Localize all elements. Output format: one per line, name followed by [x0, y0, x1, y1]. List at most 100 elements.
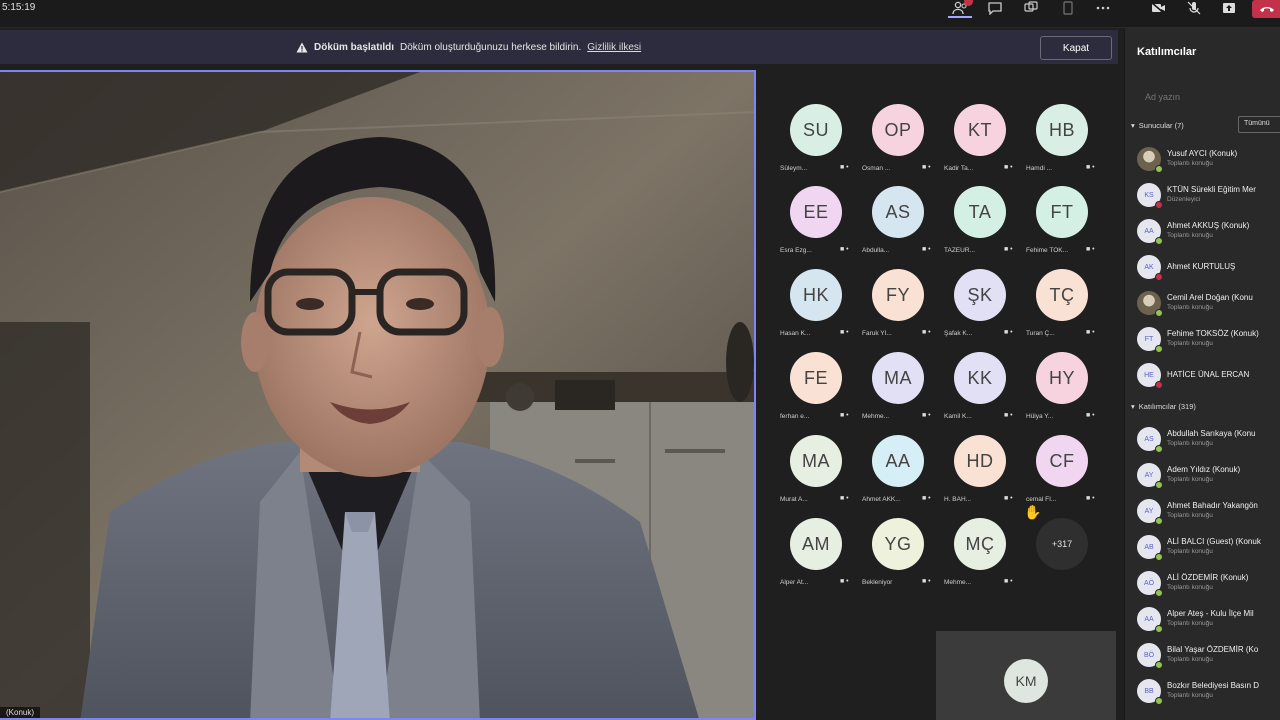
presence-status-icon — [1155, 445, 1163, 453]
participant-tile[interactable]: MA Mehme... ■ • — [858, 338, 940, 422]
panel-title: Katılımcılar — [1137, 46, 1197, 58]
participant-list-item[interactable]: KS KTÜN Sürekli Eğitim Mer Düzenleyici — [1125, 179, 1280, 211]
participant-list-item[interactable]: FT Fehime TOKSÖZ (Konuk) Toplantı konuğu — [1125, 323, 1280, 355]
participant-list-item[interactable]: Cemil Arel Doğan (Konu Toplantı konuğu — [1125, 287, 1280, 319]
participant-tile[interactable]: HD H. BAH... ■ • — [940, 421, 1022, 505]
participant-tile[interactable]: FY Faruk YI... ■ • — [858, 255, 940, 339]
participant-avatar: EE — [790, 186, 842, 238]
participant-tile[interactable]: AM Alper At... ■ • — [776, 504, 858, 588]
participant-tile[interactable]: SU Süleym... ■ • — [776, 90, 858, 174]
participant-tile[interactable]: FT Fehime TOK... ■ • — [1022, 172, 1104, 256]
participant-list-name: Alper Ateş - Kulu İlçe Mil — [1167, 609, 1254, 618]
participant-tile[interactable]: YG Bekleniyor ■ • — [858, 504, 940, 588]
participant-tile[interactable]: CF cemal FI... ■ • — [1022, 421, 1104, 505]
muted-mic-icon: ■ • — [922, 164, 931, 171]
participant-avatar: CF — [1036, 435, 1088, 487]
participant-list-name: Bozkır Belediyesi Basın D — [1167, 681, 1260, 690]
participant-list-item[interactable]: AÖ ALİ ÖZDEMİR (Konuk) Toplantı konuğu — [1125, 567, 1280, 599]
muted-mic-icon: ■ • — [840, 246, 849, 253]
self-video-tile[interactable]: KM — [936, 631, 1116, 720]
muted-mic-icon: ■ • — [922, 495, 931, 502]
participant-avatar: HB — [1036, 104, 1088, 156]
participant-tile[interactable]: EE Esra Ezg... ■ • — [776, 172, 858, 256]
reactions-icon[interactable] — [1020, 0, 1042, 16]
presenters-section-header[interactable]: ▾ Sunucular (7) — [1131, 121, 1184, 130]
participant-avatar: TÇ — [1036, 269, 1088, 321]
participant-avatar: AA — [872, 435, 924, 487]
participant-avatar: FY — [872, 269, 924, 321]
participant-list-name: HATİCE ÜNAL ERCAN — [1167, 370, 1250, 379]
participant-tile[interactable]: TÇ Turan Ç... ■ • — [1022, 255, 1104, 339]
muted-mic-icon: ■ • — [922, 412, 931, 419]
muted-mic-icon: ■ • — [840, 329, 849, 336]
more-participants-tile[interactable]: +317 ✋ — [1022, 504, 1104, 588]
participant-list-item[interactable]: AK Ahmet KURTULUŞ — [1125, 251, 1280, 283]
leave-button[interactable] — [1252, 0, 1280, 18]
presence-status-icon — [1155, 165, 1163, 173]
presence-status-icon — [1155, 697, 1163, 705]
camera-icon[interactable] — [1147, 0, 1169, 16]
more-icon[interactable] — [1092, 0, 1114, 16]
participant-tile[interactable]: MÇ Mehme... ■ • — [940, 504, 1022, 588]
muted-mic-icon: ■ • — [1086, 495, 1095, 502]
participant-list-item[interactable]: HE HATİCE ÜNAL ERCAN — [1125, 359, 1280, 391]
presence-status-icon — [1155, 625, 1163, 633]
mic-icon[interactable] — [1183, 0, 1205, 16]
muted-mic-icon: ■ • — [840, 578, 849, 585]
participant-list-name: Fehime TOKSÖZ (Konuk) — [1167, 329, 1259, 338]
participant-list-role: Toplantı konuğu — [1167, 476, 1213, 483]
participant-list-item[interactable]: Yusuf AYCI (Konuk) Toplantı konuğu — [1125, 143, 1280, 175]
privacy-policy-link[interactable]: Gizlilik ilkesi — [587, 42, 641, 53]
participant-tile[interactable]: AA Ahmet AKK... ■ • — [858, 421, 940, 505]
muted-mic-icon: ■ • — [1086, 164, 1095, 171]
notification-badge — [964, 0, 973, 6]
main-video[interactable]: (Konuk) — [0, 70, 756, 720]
participant-tile[interactable]: HK Hasan K... ■ • — [776, 255, 858, 339]
participant-list-item[interactable]: AS Abdullah Sarıkaya (Konu Toplantı konuğu — [1125, 423, 1280, 455]
share-tray-icon[interactable] — [1057, 0, 1079, 16]
participant-list-item[interactable]: AY Adem Yıldız (Konuk) Toplantı konuğu — [1125, 459, 1280, 491]
leave-icon — [1260, 7, 1274, 12]
muted-mic-icon: ■ • — [1004, 246, 1013, 253]
participant-list-name: Adem Yıldız (Konuk) — [1167, 465, 1241, 474]
attendees-section-header[interactable]: ▾ Katılımcılar (319) — [1131, 402, 1196, 411]
participant-tile[interactable]: KK Kamil K... ■ • — [940, 338, 1022, 422]
participant-tile[interactable]: ŞK Şafak K... ■ • — [940, 255, 1022, 339]
presence-status-icon — [1155, 309, 1163, 317]
participant-list-item[interactable]: AY Ahmet Bahadır Yakangön Toplantı konuğu — [1125, 495, 1280, 527]
participant-grid: SU Süleym... ■ • OP Osman ... ■ • KT Kadir Ta..… — [760, 90, 1120, 600]
meeting-timer: 5:15:19 — [2, 2, 36, 13]
participant-tile[interactable]: HB Hamdi ... ■ • — [1022, 90, 1104, 174]
participant-list-item[interactable]: BB Bozkır Belediyesi Basın D Toplantı konu… — [1125, 675, 1280, 707]
participant-list-item[interactable]: AA Ahmet AKKUŞ (Konuk) Toplantı konuğu — [1125, 215, 1280, 247]
participant-tile[interactable]: FE ferhan e... ■ • — [776, 338, 858, 422]
participant-avatar: KK — [954, 352, 1006, 404]
participant-list-role: Düzenleyici — [1167, 196, 1201, 203]
muted-mic-icon: ■ • — [1086, 412, 1095, 419]
speaker-video-frame — [0, 72, 754, 718]
muted-mic-icon: ■ • — [922, 329, 931, 336]
participant-list-item[interactable]: AA Alper Ateş - Kulu İlçe Mil Toplantı kon… — [1125, 603, 1280, 635]
participant-tile[interactable]: OP Osman ... ■ • — [858, 90, 940, 174]
chat-icon[interactable] — [984, 0, 1006, 16]
participant-tile[interactable]: HY Hülya Y... ■ • — [1022, 338, 1104, 422]
participant-list-item[interactable]: BÖ Bilal Yaşar ÖZDEMİR (Ko Toplantı konuğu — [1125, 639, 1280, 671]
banner-close-button[interactable]: Kapat — [1040, 36, 1112, 60]
participant-tile[interactable]: AS Abdulla... ■ • — [858, 172, 940, 256]
participant-search-input[interactable] — [1137, 86, 1280, 108]
share-icon[interactable] — [1218, 0, 1240, 16]
participant-list-item[interactable]: AB ALİ BALCI (Guest) (Konuk Toplantı konuğ… — [1125, 531, 1280, 563]
participant-list-name: Ahmet KURTULUŞ — [1167, 262, 1236, 271]
mute-all-button[interactable]: Tümünü — [1238, 116, 1280, 133]
participant-list-role: Toplantı konuğu — [1167, 440, 1213, 447]
participant-tile[interactable]: MA Murat A... ■ • — [776, 421, 858, 505]
participant-avatar: FT — [1036, 186, 1088, 238]
participant-avatar: MÇ — [954, 518, 1006, 570]
presence-status-icon — [1155, 517, 1163, 525]
participant-tile[interactable]: TA TAZEUR... ■ • — [940, 172, 1022, 256]
participant-name: Mehme... — [944, 579, 972, 586]
participant-list-role: Toplantı konuğu — [1167, 232, 1213, 239]
participant-list-name: Cemil Arel Doğan (Konu — [1167, 293, 1253, 302]
participant-list-name: KTÜN Sürekli Eğitim Mer — [1167, 185, 1256, 194]
participant-tile[interactable]: KT Kadir Ta... ■ • — [940, 90, 1022, 174]
